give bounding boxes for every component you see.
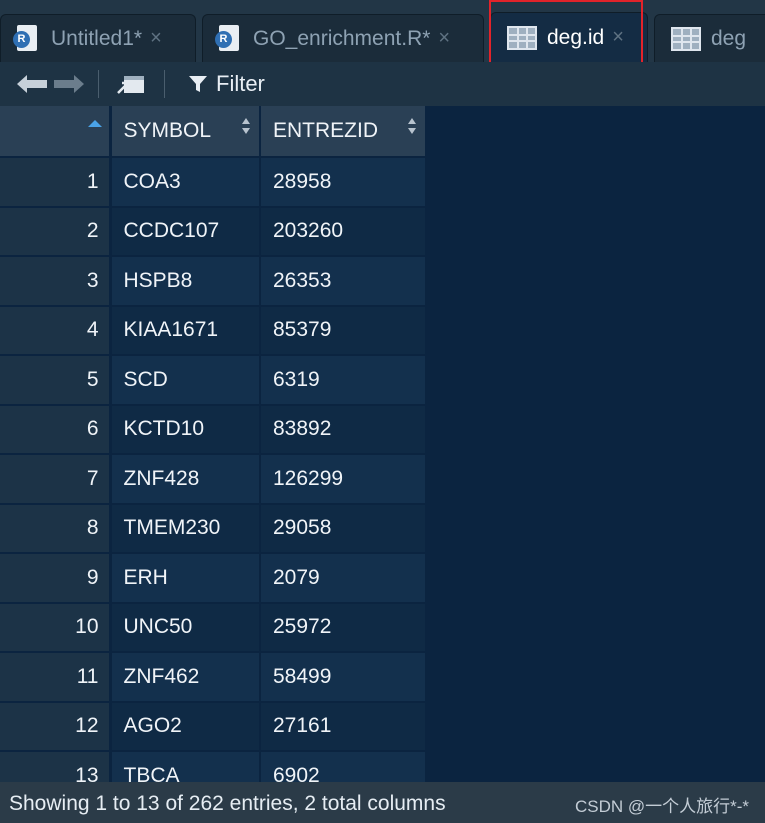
close-icon[interactable]: × xyxy=(150,27,162,50)
back-arrow-icon[interactable] xyxy=(17,75,49,93)
cell-entrezid[interactable]: 6902 xyxy=(260,751,427,782)
cell-symbol[interactable]: CCDC107 xyxy=(110,206,261,257)
table-row: 11 ZNF462 58499 xyxy=(0,652,427,703)
cell-entrezid[interactable]: 29058 xyxy=(260,503,427,554)
column-header-symbol[interactable]: SYMBOL xyxy=(110,106,261,158)
cell-entrezid[interactable]: 85379 xyxy=(260,305,427,356)
cell-symbol[interactable]: KIAA1671 xyxy=(110,305,261,356)
row-number: 2 xyxy=(0,206,112,257)
tab-label: deg xyxy=(711,26,747,50)
table-row: 1 COA3 28958 xyxy=(0,157,427,208)
row-number-header[interactable] xyxy=(0,106,112,158)
table-row: 9 ERH 2079 xyxy=(0,553,427,604)
r-script-icon: R xyxy=(215,24,241,53)
status-bar: Showing 1 to 13 of 262 entries, 2 total … xyxy=(0,782,765,823)
cell-entrezid[interactable]: 27161 xyxy=(260,701,427,752)
row-number: 4 xyxy=(0,305,112,356)
table-row: 12 AGO2 27161 xyxy=(0,701,427,752)
cell-entrezid[interactable]: 203260 xyxy=(260,206,427,257)
column-header-label: SYMBOL xyxy=(123,119,212,142)
table-row: 3 HSPB8 26353 xyxy=(0,256,427,307)
cell-symbol[interactable]: TBCA xyxy=(110,751,261,782)
table-row: 8 TMEM230 29058 xyxy=(0,503,427,554)
cell-symbol[interactable]: ZNF428 xyxy=(110,454,261,505)
cell-entrezid[interactable]: 2079 xyxy=(260,553,427,604)
data-table: SYMBOL ENTREZID 1 COA3 28958 2 CCDC107 20326… xyxy=(0,106,427,782)
row-number: 13 xyxy=(0,751,112,782)
cell-symbol[interactable]: SCD xyxy=(110,355,261,406)
cell-entrezid[interactable]: 6319 xyxy=(260,355,427,406)
row-number: 5 xyxy=(0,355,112,406)
row-number: 11 xyxy=(0,652,112,703)
forward-arrow-icon[interactable] xyxy=(52,75,84,93)
row-number: 12 xyxy=(0,701,112,752)
column-header-entrezid[interactable]: ENTREZID xyxy=(260,106,427,158)
watermark: CSDN @一个人旅行*-* xyxy=(574,797,749,816)
table-row: 2 CCDC107 203260 xyxy=(0,206,427,257)
cell-symbol[interactable]: HSPB8 xyxy=(110,256,261,307)
cell-symbol[interactable]: ZNF462 xyxy=(110,652,261,703)
table-row: 7 ZNF428 126299 xyxy=(0,454,427,505)
entries-summary: Showing 1 to 13 of 262 entries, 2 total … xyxy=(9,792,446,815)
table-row: 10 UNC50 25972 xyxy=(0,602,427,653)
filter-button[interactable]: Filter xyxy=(188,71,265,97)
cell-entrezid[interactable]: 28958 xyxy=(260,157,427,208)
data-grid: SYMBOL ENTREZID 1 COA3 28958 2 CCDC107 20326… xyxy=(0,106,765,782)
tab-deg[interactable]: deg xyxy=(654,14,765,62)
cell-symbol[interactable]: KCTD10 xyxy=(110,404,261,455)
cell-symbol[interactable]: COA3 xyxy=(110,157,261,208)
popout-window-icon[interactable] xyxy=(116,73,146,95)
tab-label: GO_enrichment.R* xyxy=(253,26,431,50)
close-icon[interactable]: × xyxy=(438,27,450,50)
tab-untitled1[interactable]: R Untitled1* × xyxy=(0,14,196,62)
cell-symbol[interactable]: TMEM230 xyxy=(110,503,261,554)
cell-symbol[interactable]: ERH xyxy=(110,553,261,604)
sort-arrows-icon[interactable] xyxy=(241,116,251,136)
cell-entrezid[interactable]: 26353 xyxy=(260,256,427,307)
cell-symbol[interactable]: AGO2 xyxy=(110,701,261,752)
tab-label: Untitled1* xyxy=(51,26,143,50)
table-row: 13 TBCA 6902 xyxy=(0,751,427,782)
filter-label: Filter xyxy=(216,71,265,96)
filter-funnel-icon xyxy=(189,76,207,92)
cell-symbol[interactable]: UNC50 xyxy=(110,602,261,653)
row-number: 1 xyxy=(0,157,112,208)
row-number: 10 xyxy=(0,602,112,653)
cell-entrezid[interactable]: 83892 xyxy=(260,404,427,455)
row-number: 9 xyxy=(0,553,112,604)
cell-entrezid[interactable]: 58499 xyxy=(260,652,427,703)
row-number: 8 xyxy=(0,503,112,554)
table-row: 4 KIAA1671 85379 xyxy=(0,305,427,356)
cell-entrezid[interactable]: 25972 xyxy=(260,602,427,653)
row-number: 6 xyxy=(0,404,112,455)
row-number: 3 xyxy=(0,256,112,307)
sort-ascending-icon xyxy=(88,120,102,127)
toolbar-divider xyxy=(164,70,165,98)
tab-go-enrichment[interactable]: R GO_enrichment.R* × xyxy=(202,14,484,62)
table-row: 6 KCTD10 83892 xyxy=(0,404,427,455)
cell-entrezid[interactable]: 126299 xyxy=(260,454,427,505)
data-grid-icon xyxy=(671,26,701,51)
toolbar-divider xyxy=(98,70,99,98)
editor-tab-bar: R Untitled1* × R GO_enrichment.R* × deg.… xyxy=(0,0,765,79)
r-script-icon: R xyxy=(13,24,39,53)
table-row: 5 SCD 6319 xyxy=(0,355,427,406)
row-number: 7 xyxy=(0,454,112,505)
column-header-label: ENTREZID xyxy=(273,119,378,142)
data-viewer-toolbar: Filter xyxy=(0,62,765,106)
sort-arrows-icon[interactable] xyxy=(407,116,417,136)
